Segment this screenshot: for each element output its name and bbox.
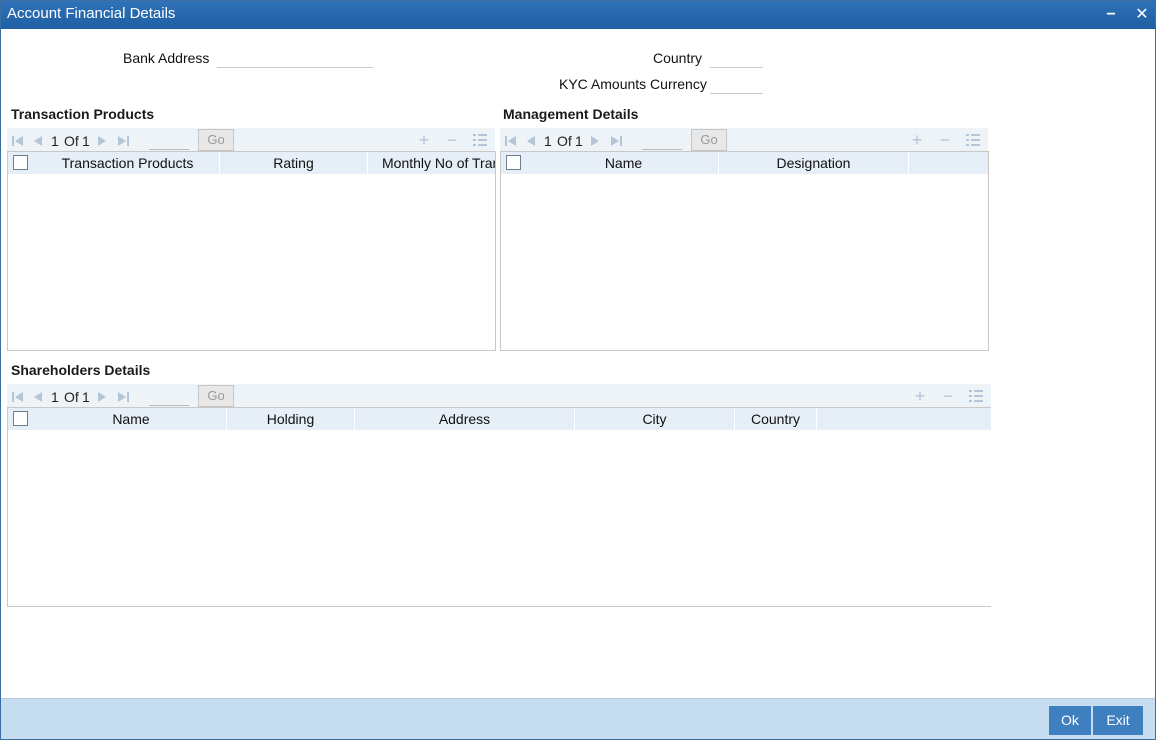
next-page-icon[interactable] bbox=[96, 390, 108, 404]
account-financial-details-window: Account Financial Details − ✕ Bank Addre… bbox=[0, 0, 1156, 740]
last-page-icon[interactable] bbox=[610, 134, 622, 148]
management-details-title: Management Details bbox=[503, 106, 639, 122]
single-view-icon[interactable] bbox=[969, 389, 983, 403]
kyc-amounts-currency-field[interactable] bbox=[710, 82, 763, 94]
shareholders-details-title: Shareholders Details bbox=[11, 362, 151, 378]
page-number-input[interactable] bbox=[642, 132, 682, 150]
footer-bar: Ok Exit bbox=[1, 698, 1155, 739]
page-number-input[interactable] bbox=[149, 388, 189, 406]
last-page-icon[interactable] bbox=[117, 134, 129, 148]
current-page: 1 bbox=[51, 133, 59, 149]
go-button[interactable]: Go bbox=[198, 385, 234, 407]
single-view-icon[interactable] bbox=[473, 133, 487, 147]
total-pages: 1 bbox=[82, 389, 90, 405]
first-page-icon[interactable] bbox=[505, 134, 517, 148]
minimize-icon[interactable]: − bbox=[1103, 7, 1119, 23]
bank-address-label: Bank Address bbox=[123, 50, 210, 66]
total-pages: 1 bbox=[575, 133, 583, 149]
column-header-holding[interactable]: Holding bbox=[227, 408, 355, 430]
current-page: 1 bbox=[544, 133, 552, 149]
management-details-grid: Name Designation bbox=[500, 151, 989, 351]
grid-header: Name Holding Address City Country bbox=[8, 408, 991, 430]
window-title: Account Financial Details bbox=[7, 5, 176, 22]
page-of-label: Of bbox=[64, 389, 79, 405]
last-page-icon[interactable] bbox=[117, 390, 129, 404]
ok-button[interactable]: Ok bbox=[1049, 706, 1091, 735]
previous-page-icon[interactable] bbox=[32, 134, 44, 148]
add-row-icon[interactable]: + bbox=[913, 387, 927, 405]
transaction-products-title: Transaction Products bbox=[11, 106, 155, 122]
select-all-checkbox[interactable] bbox=[13, 411, 28, 426]
column-header-address[interactable]: Address bbox=[355, 408, 575, 430]
previous-page-icon[interactable] bbox=[32, 390, 44, 404]
page-of-label: Of bbox=[64, 133, 79, 149]
page-of-label: Of bbox=[557, 133, 572, 149]
delete-row-icon[interactable]: − bbox=[938, 131, 952, 149]
column-header-rating[interactable]: Rating bbox=[220, 152, 368, 174]
next-page-icon[interactable] bbox=[96, 134, 108, 148]
shareholders-details-grid: Name Holding Address City Country bbox=[7, 407, 991, 607]
next-page-icon[interactable] bbox=[589, 134, 601, 148]
country-label: Country bbox=[653, 50, 703, 66]
column-header-country[interactable]: Country bbox=[735, 408, 817, 430]
previous-page-icon[interactable] bbox=[525, 134, 537, 148]
column-header-name[interactable]: Name bbox=[36, 408, 227, 430]
grid-header: Name Designation bbox=[501, 152, 988, 174]
grid-header: Transaction Products Rating Monthly No o… bbox=[8, 152, 495, 174]
column-header-name[interactable]: Name bbox=[529, 152, 719, 174]
add-row-icon[interactable]: + bbox=[417, 131, 431, 149]
delete-row-icon[interactable]: − bbox=[941, 387, 955, 405]
first-page-icon[interactable] bbox=[12, 134, 24, 148]
title-bar: Account Financial Details − ✕ bbox=[1, 1, 1155, 29]
select-all-checkbox[interactable] bbox=[506, 155, 521, 170]
exit-button[interactable]: Exit bbox=[1093, 706, 1143, 735]
column-header-designation[interactable]: Designation bbox=[719, 152, 909, 174]
single-view-icon[interactable] bbox=[966, 133, 980, 147]
column-header-transaction-products[interactable]: Transaction Products bbox=[36, 152, 220, 174]
go-button[interactable]: Go bbox=[691, 129, 727, 151]
first-page-icon[interactable] bbox=[12, 390, 24, 404]
go-button[interactable]: Go bbox=[198, 129, 234, 151]
column-header-city[interactable]: City bbox=[575, 408, 735, 430]
select-all-checkbox[interactable] bbox=[13, 155, 28, 170]
page-number-input[interactable] bbox=[149, 132, 189, 150]
current-page: 1 bbox=[51, 389, 59, 405]
add-row-icon[interactable]: + bbox=[910, 131, 924, 149]
delete-row-icon[interactable]: − bbox=[445, 131, 459, 149]
close-icon[interactable]: ✕ bbox=[1134, 7, 1150, 23]
column-header-monthly-no-of-trans[interactable]: Monthly No of Trans bbox=[368, 152, 495, 174]
transaction-products-grid: Transaction Products Rating Monthly No o… bbox=[7, 151, 496, 351]
bank-address-field[interactable] bbox=[217, 56, 373, 68]
country-field[interactable] bbox=[710, 56, 763, 68]
total-pages: 1 bbox=[82, 133, 90, 149]
kyc-amounts-currency-label: KYC Amounts Currency bbox=[559, 76, 707, 92]
